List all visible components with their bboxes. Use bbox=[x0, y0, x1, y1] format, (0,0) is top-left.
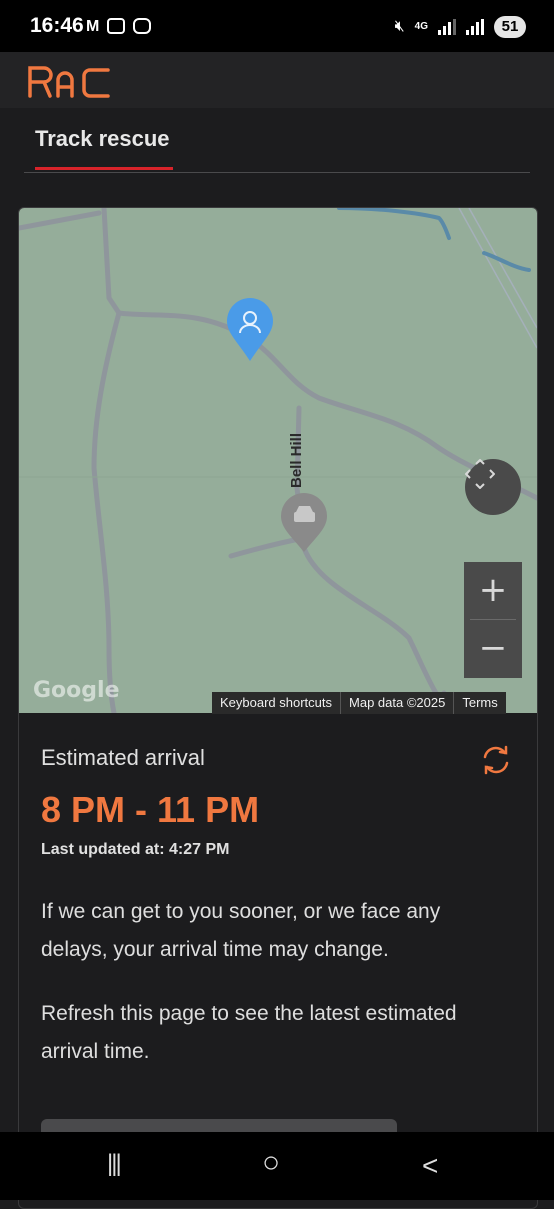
zoom-out-button[interactable]: − bbox=[464, 620, 522, 677]
arrival-time-range: 8 PM - 11 PM bbox=[41, 789, 260, 830]
refresh-instruction: Refresh this page to see the latest esti… bbox=[41, 1002, 457, 1063]
google-logo: Google bbox=[33, 678, 120, 703]
rescue-card: Bell Hill + − Google Keyboard shortcuts … bbox=[18, 207, 538, 1209]
app-notification-icon bbox=[107, 18, 126, 34]
gmail-icon: M bbox=[86, 18, 100, 35]
signal-icon bbox=[438, 19, 456, 35]
status-right: 🔇︎ 4G 51 bbox=[395, 16, 526, 38]
zoom-in-button[interactable]: + bbox=[464, 562, 522, 619]
tab-bar: Track rescue bbox=[24, 108, 530, 173]
terms-link[interactable]: Terms bbox=[454, 692, 505, 714]
map-data-link[interactable]: Map data ©2025 bbox=[341, 692, 455, 714]
app-header bbox=[0, 52, 554, 108]
active-tab-indicator bbox=[35, 167, 173, 170]
map-attribution: Keyboard shortcuts Map data ©2025 Terms bbox=[212, 692, 506, 714]
last-updated-text: Last updated at: 4:27 PM bbox=[41, 841, 230, 858]
signal-icon-2 bbox=[466, 19, 484, 35]
zoom-controls: + − bbox=[464, 562, 522, 678]
status-bar: 16:46 M 🔇︎ 4G 51 bbox=[0, 0, 554, 52]
back-button[interactable]: < bbox=[422, 1150, 438, 1182]
arrival-change-message: If we can get to you sooner, or we face … bbox=[41, 900, 441, 961]
rac-logo[interactable] bbox=[26, 60, 114, 100]
network-type: 4G bbox=[414, 21, 428, 32]
user-location-pin-icon[interactable] bbox=[227, 252, 273, 361]
map-roads: Bell Hill bbox=[19, 208, 537, 713]
map[interactable]: Bell Hill + − Google Keyboard shortcuts … bbox=[19, 208, 537, 714]
keyboard-shortcuts-link[interactable]: Keyboard shortcuts bbox=[212, 692, 342, 714]
system-nav-bar: ||| ○ < bbox=[0, 1132, 554, 1200]
mute-icon: 🔇︎ bbox=[394, 18, 405, 35]
recenter-button[interactable] bbox=[465, 459, 521, 515]
recents-button[interactable]: ||| bbox=[107, 1150, 122, 1178]
recenter-icon bbox=[465, 459, 495, 489]
tab-track-rescue[interactable]: Track rescue bbox=[35, 126, 170, 152]
status-time: 16:46 bbox=[30, 14, 84, 37]
road-label: Bell Hill bbox=[288, 433, 305, 488]
battery-indicator: 51 bbox=[494, 16, 526, 38]
refresh-icon[interactable] bbox=[479, 743, 513, 777]
home-button[interactable]: ○ bbox=[262, 1146, 280, 1180]
instagram-icon bbox=[133, 18, 152, 34]
notification-icons: M bbox=[86, 18, 152, 36]
estimated-arrival-label: Estimated arrival bbox=[41, 745, 205, 770]
